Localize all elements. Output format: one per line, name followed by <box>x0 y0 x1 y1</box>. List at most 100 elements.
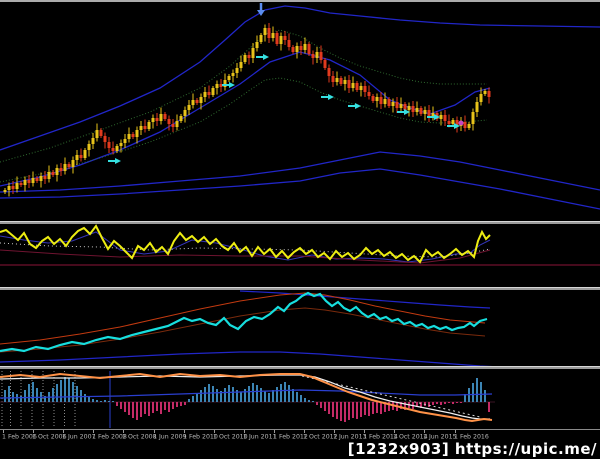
candlestick <box>167 119 171 124</box>
histogram-bar <box>84 394 86 402</box>
trend-panel[interactable] <box>0 290 501 368</box>
candlestick <box>95 130 99 138</box>
candlestick <box>315 52 319 58</box>
candlestick <box>371 96 375 101</box>
histogram-bar <box>92 399 94 402</box>
candlestick <box>287 40 291 47</box>
candlestick <box>83 150 87 158</box>
candlestick <box>235 68 239 73</box>
candlestick <box>443 115 447 121</box>
candlestick <box>363 86 367 92</box>
candlestick <box>215 84 219 88</box>
candlestick <box>23 180 27 185</box>
candlestick <box>119 143 123 146</box>
candlestick <box>115 146 119 151</box>
histogram-bar <box>228 385 230 402</box>
candlestick <box>467 124 471 128</box>
histogram-bar <box>240 392 242 402</box>
candlestick <box>403 104 407 110</box>
candlestick <box>155 118 159 121</box>
buy-arrow-icon <box>263 54 269 60</box>
candlestick <box>99 130 103 136</box>
candlestick <box>163 114 167 119</box>
histogram-bar <box>8 386 10 402</box>
histogram-bar <box>144 402 146 414</box>
candlestick <box>111 148 115 151</box>
candlestick <box>63 164 67 171</box>
candlestick <box>251 48 255 58</box>
candlestick <box>139 126 143 130</box>
candlestick <box>19 183 23 185</box>
candlestick <box>55 168 59 175</box>
panel-separator[interactable] <box>0 221 600 224</box>
candlestick <box>407 106 411 110</box>
histogram-bar <box>52 388 54 402</box>
candlestick <box>11 186 15 189</box>
histogram-bar <box>68 378 70 402</box>
oscillator-panel[interactable] <box>0 224 600 266</box>
histogram-bar <box>304 398 306 402</box>
histogram-bar <box>248 386 250 402</box>
candlestick <box>135 130 139 137</box>
lower-blue-band-1 <box>0 151 600 193</box>
candlestick <box>3 190 7 192</box>
candlestick <box>399 104 403 108</box>
candlestick <box>143 126 147 129</box>
histogram-bar <box>76 386 78 402</box>
cyan-main <box>0 291 488 353</box>
histogram-bar <box>156 402 158 411</box>
candlestick <box>247 55 251 58</box>
candlestick <box>123 139 127 143</box>
histogram-bar <box>336 402 338 419</box>
candlestick <box>327 68 331 76</box>
candlestick <box>191 100 195 105</box>
candlestick <box>107 142 111 148</box>
histogram-bar <box>260 388 262 402</box>
histogram-bar <box>212 386 214 402</box>
candlestick <box>87 144 91 150</box>
histogram-bar <box>192 396 194 402</box>
histogram-panel[interactable] <box>0 371 495 428</box>
lower-blue <box>0 351 501 368</box>
top-border <box>0 0 600 2</box>
candlestick <box>211 88 215 95</box>
histogram-bar <box>184 402 186 405</box>
candlestick <box>91 138 95 144</box>
histogram-bar <box>112 401 114 402</box>
histogram-bar <box>168 402 170 412</box>
lower-red <box>0 307 486 353</box>
histogram-bar <box>380 402 382 414</box>
histogram-bar <box>24 390 26 402</box>
histogram-bar <box>100 401 102 402</box>
panel-separator[interactable] <box>0 287 600 290</box>
histogram-bar <box>436 402 438 404</box>
candlestick <box>411 106 415 112</box>
histogram-bar <box>476 378 478 402</box>
histogram-bar <box>72 382 74 402</box>
histogram-bar <box>300 395 302 402</box>
histogram-bar <box>428 402 430 407</box>
candlestick <box>359 86 363 90</box>
candlestick <box>367 92 371 96</box>
histogram-bar <box>276 387 278 402</box>
candlestick <box>103 136 107 142</box>
watermark: [1232x903] https://upic.me/ <box>347 440 597 458</box>
candlestick <box>147 122 151 129</box>
histogram-bar <box>376 402 378 413</box>
chart-canvas[interactable] <box>0 0 600 459</box>
histogram-bar <box>264 391 266 402</box>
histogram-bar <box>328 402 330 414</box>
histogram-bar <box>20 396 22 402</box>
histogram-bar <box>132 402 134 418</box>
axis-label: 1 Jun 2009 <box>152 433 187 441</box>
price-panel[interactable] <box>0 3 600 210</box>
histogram-bar <box>224 388 226 402</box>
candlestick <box>187 105 191 110</box>
histogram-bar <box>232 387 234 402</box>
candlestick <box>427 110 431 117</box>
candlestick <box>183 110 187 116</box>
panel-separator[interactable] <box>0 366 600 369</box>
histogram-bar <box>64 377 66 402</box>
histogram-bar <box>124 402 126 412</box>
histogram-bar <box>432 402 434 405</box>
